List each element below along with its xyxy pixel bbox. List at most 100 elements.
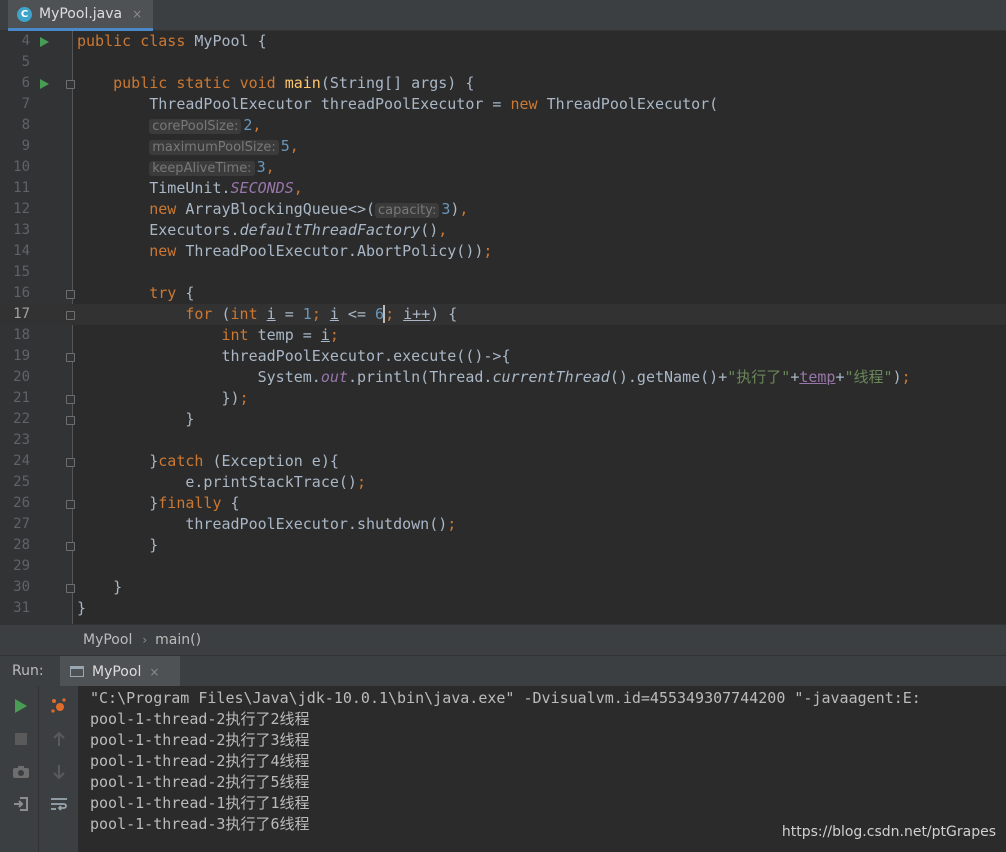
fold-icon[interactable]	[66, 500, 75, 509]
fold-icon[interactable]	[66, 80, 75, 89]
line-number: 13	[13, 222, 30, 238]
code-token: }	[149, 494, 159, 512]
line-number: 20	[13, 369, 30, 385]
code-editor[interactable]: 4 public class MyPool { 5 6 public stati…	[0, 31, 1006, 624]
run-toolbar-secondary	[38, 686, 78, 852]
code-text: TimeUnit.SECONDS,	[77, 178, 303, 199]
run-gutter-icon[interactable]	[40, 37, 49, 47]
code-line: 5	[0, 52, 1006, 73]
breadcrumb: MyPool › main()	[0, 624, 1006, 655]
code-token: out	[320, 368, 348, 386]
console-line: pool-1-thread-2执行了2线程	[90, 710, 310, 728]
run-tool-header: Run: MyPool ×	[0, 655, 1006, 687]
fold-icon[interactable]	[66, 458, 75, 467]
code-text: maximumPoolSize: 5,	[77, 136, 299, 158]
line-number: 5	[21, 54, 30, 70]
fold-icon[interactable]	[66, 542, 75, 551]
login-icon[interactable]	[10, 793, 32, 815]
close-tab-icon[interactable]: ×	[132, 7, 142, 21]
code-text: threadPoolExecutor.shutdown();	[77, 514, 456, 535]
code-token: for	[185, 305, 213, 323]
line-number: 14	[13, 243, 30, 259]
code-token: TimeUnit.	[149, 179, 231, 197]
soft-wrap-icon[interactable]	[48, 793, 70, 815]
code-token: ().getName()+	[609, 368, 728, 386]
breadcrumb-method[interactable]: main()	[155, 632, 201, 648]
code-token: ;	[356, 473, 366, 491]
code-token: ;	[483, 242, 493, 260]
fold-icon[interactable]	[66, 353, 75, 362]
code-token: ;	[385, 305, 395, 323]
code-token: ()	[420, 221, 439, 239]
debug-icon[interactable]	[48, 695, 70, 717]
code-line: 18 int temp = i;	[0, 325, 1006, 346]
code-token: MyPool	[194, 32, 249, 50]
camera-icon[interactable]	[10, 761, 32, 783]
code-token: static	[176, 74, 231, 92]
line-number: 11	[13, 180, 30, 196]
code-line: 30 }	[0, 577, 1006, 598]
code-text: Executors.defaultThreadFactory(),	[77, 220, 447, 241]
code-token: (	[212, 305, 231, 323]
code-line: 13 Executors.defaultThreadFactory(),	[0, 220, 1006, 241]
code-token: ;	[311, 305, 321, 323]
console-icon	[70, 666, 84, 677]
stop-icon[interactable]	[10, 728, 32, 750]
fold-icon[interactable]	[66, 395, 75, 404]
code-token: (Exception e){	[203, 452, 339, 470]
code-line: 21 });	[0, 388, 1006, 409]
line-number: 21	[13, 390, 30, 406]
code-token: ;	[329, 326, 339, 344]
fold-icon[interactable]	[66, 311, 75, 320]
run-gutter-icon[interactable]	[40, 79, 49, 89]
code-token: int	[221, 326, 249, 344]
line-number: 15	[13, 264, 30, 280]
console-line: pool-1-thread-2执行了4线程	[90, 752, 310, 770]
fold-icon[interactable]	[66, 416, 75, 425]
code-token: ThreadPoolExecutor threadPoolExecutor =	[149, 95, 511, 113]
line-number: 6	[21, 75, 30, 91]
code-token: ,	[438, 221, 448, 239]
code-token: (String[] args) {	[320, 74, 475, 92]
tab-mypool-java[interactable]: C MyPool.java ×	[8, 0, 153, 31]
run-tab-mypool[interactable]: MyPool ×	[60, 656, 180, 687]
code-token: ;	[901, 368, 911, 386]
console-line: "C:\Program Files\Java\jdk-10.0.1\bin\ja…	[90, 689, 921, 707]
run-icon[interactable]	[10, 695, 32, 717]
line-number: 9	[21, 138, 30, 154]
code-text: keepAliveTime: 3,	[77, 157, 275, 179]
console-line: pool-1-thread-3执行了6线程	[90, 815, 310, 833]
code-token: ,	[289, 137, 299, 155]
code-line: 12 new ArrayBlockingQueue<>(capacity: 3),	[0, 199, 1006, 220]
code-line: 11 TimeUnit.SECONDS,	[0, 178, 1006, 199]
close-run-tab-icon[interactable]: ×	[149, 665, 159, 679]
down-arrow-icon[interactable]	[48, 761, 70, 783]
fold-icon[interactable]	[66, 584, 75, 593]
up-arrow-icon[interactable]	[48, 728, 70, 750]
line-number: 10	[13, 159, 30, 175]
code-token: System.	[257, 368, 321, 386]
line-number: 28	[13, 537, 30, 553]
breadcrumb-class[interactable]: MyPool	[83, 632, 132, 648]
code-text: }finally {	[77, 493, 239, 514]
code-token: ,	[252, 116, 262, 134]
code-token: }	[149, 452, 159, 470]
code-token: i	[320, 326, 330, 344]
code-line: 25 e.printStackTrace();	[0, 472, 1006, 493]
code-line: 9 maximumPoolSize: 5,	[0, 136, 1006, 157]
code-token: 5	[280, 137, 290, 155]
run-tab-label: MyPool	[92, 663, 142, 680]
code-token: }	[185, 410, 195, 428]
code-token: ,	[459, 200, 469, 218]
code-text: e.printStackTrace();	[77, 472, 366, 493]
code-line: 28 }	[0, 535, 1006, 556]
line-number: 29	[13, 558, 30, 574]
code-text: int temp = i;	[77, 325, 339, 346]
code-line: 10 keepAliveTime: 3,	[0, 157, 1006, 178]
fold-icon[interactable]	[66, 290, 75, 299]
parameter-hint: capacity:	[375, 203, 440, 218]
code-token: currentThread	[492, 368, 610, 386]
code-text: public class MyPool {	[77, 31, 267, 52]
code-token: class	[140, 32, 186, 50]
code-token: 3	[256, 158, 266, 176]
